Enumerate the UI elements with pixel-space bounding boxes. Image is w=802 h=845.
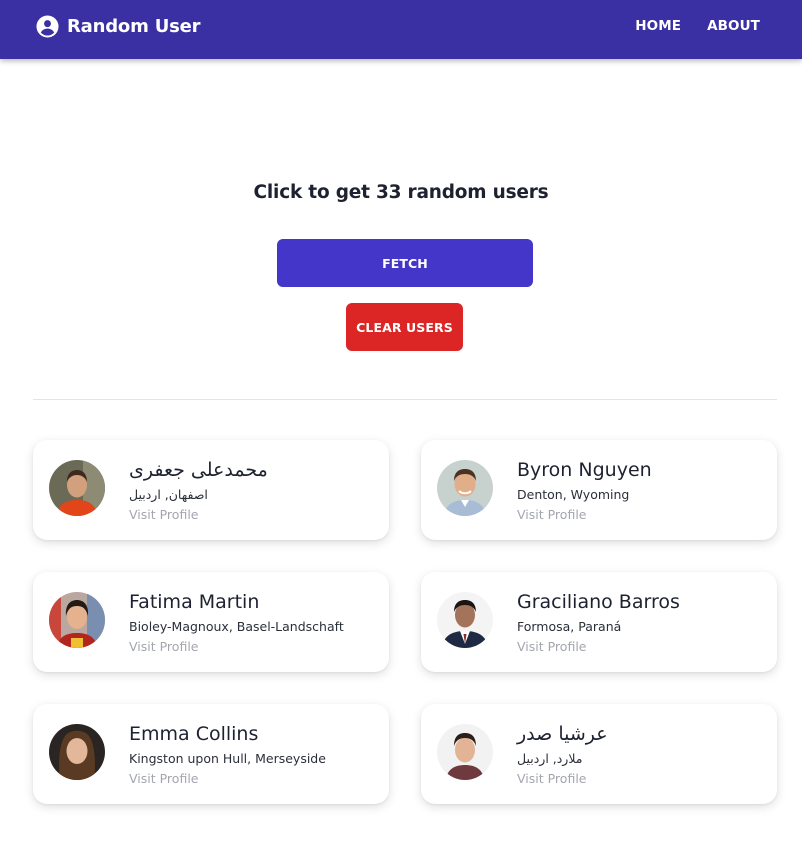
visit-profile-link[interactable]: Visit Profile	[129, 771, 198, 786]
visit-profile-link[interactable]: Visit Profile	[517, 771, 586, 786]
user-location: Bioley-Magnoux, Basel-Landschaft	[129, 619, 344, 634]
visit-profile-link[interactable]: Visit Profile	[517, 507, 586, 522]
user-name: Emma Collins	[129, 723, 259, 745]
user-avatar	[49, 724, 105, 780]
user-avatar	[437, 460, 493, 516]
user-card: عرشيا صدر ملارد, اردبیل Visit Profile	[421, 704, 777, 804]
nav-home-link[interactable]: HOME	[635, 18, 681, 34]
user-name: Byron Nguyen	[517, 459, 652, 481]
brand[interactable]: Random User	[36, 15, 201, 38]
app-title: Random User	[67, 16, 201, 37]
visit-profile-link[interactable]: Visit Profile	[129, 507, 198, 522]
user-card: Graciliano Barros Formosa, Paraná Visit …	[421, 572, 777, 672]
app-bar: Random User HOME ABOUT	[0, 0, 802, 59]
user-avatar	[437, 724, 493, 780]
top-nav: HOME ABOUT	[609, 18, 760, 34]
user-location: ملارد, اردبیل	[517, 751, 583, 766]
page-heading: Click to get 33 random users	[253, 182, 549, 203]
user-avatar	[49, 460, 105, 516]
user-location: Kingston upon Hull, Merseyside	[129, 751, 326, 766]
user-location: Denton, Wyoming	[517, 487, 630, 502]
fetch-button[interactable]: FETCH	[277, 239, 533, 287]
clear-users-button[interactable]: CLEAR USERS	[346, 303, 463, 351]
user-card: Emma Collins Kingston upon Hull, Merseys…	[33, 704, 389, 804]
user-location: اصفهان, اردبیل	[129, 487, 208, 502]
user-name: عرشيا صدر	[517, 723, 608, 745]
user-card: محمدعلی جعفری اصفهان, اردبیل Visit Profi…	[33, 440, 389, 540]
visit-profile-link[interactable]: Visit Profile	[129, 639, 198, 654]
user-name: Graciliano Barros	[517, 591, 680, 613]
nav-about-link[interactable]: ABOUT	[707, 18, 760, 34]
user-name: Fatima Martin	[129, 591, 260, 613]
section-divider	[33, 399, 777, 400]
visit-profile-link[interactable]: Visit Profile	[517, 639, 586, 654]
user-name: محمدعلی جعفری	[129, 459, 268, 481]
account-circle-icon	[36, 15, 59, 38]
user-card: Byron Nguyen Denton, Wyoming Visit Profi…	[421, 440, 777, 540]
user-avatar	[437, 592, 493, 648]
user-location: Formosa, Paraná	[517, 619, 622, 634]
user-card: Fatima Martin Bioley-Magnoux, Basel-Land…	[33, 572, 389, 672]
user-avatar	[49, 592, 105, 648]
